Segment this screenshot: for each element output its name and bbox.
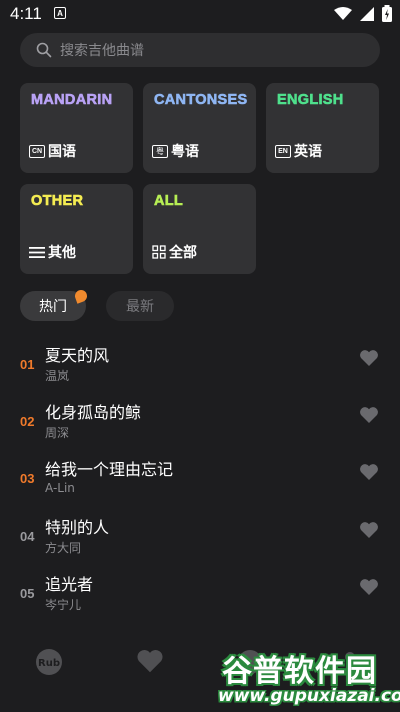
category-label: 其他 [48, 245, 76, 261]
song-rank: 01 [20, 357, 35, 372]
battery-icon [382, 5, 392, 22]
song-title: 化身孤岛的鲸 [45, 403, 142, 422]
category-other[interactable]: OTHER 其他 [20, 184, 133, 274]
song-artist: A-Lin [45, 481, 75, 495]
status-bar: 4:11 A [0, 0, 400, 28]
yue-badge-icon: 粤 [152, 144, 168, 158]
cn-badge-icon: CN [29, 144, 45, 158]
category-title: MANDARIN [31, 92, 113, 109]
grid-icon [152, 245, 166, 259]
search-input[interactable]: 搜索吉他曲谱 [60, 40, 144, 60]
search-icon [36, 42, 52, 58]
status-time: 4:11 [10, 4, 42, 23]
song-rank: 02 [20, 414, 35, 429]
wifi-icon [334, 6, 352, 20]
song-title: 给我一个理由忘记 [45, 460, 174, 479]
tab-hot-label: 热门 [39, 299, 67, 315]
en-badge-icon: EN [275, 144, 291, 158]
status-icons [334, 5, 392, 22]
heart-icon[interactable] [359, 406, 379, 424]
song-artist: 岑宁儿 [45, 598, 82, 612]
svg-text:Rub: Rub [38, 658, 60, 669]
song-title: 夏天的风 [45, 346, 110, 365]
category-title: ENGLISH [277, 92, 344, 109]
category-title: ALL [154, 193, 184, 210]
signal-icon [360, 6, 374, 21]
category-english[interactable]: ENGLISH EN 英语 [266, 83, 379, 173]
heart-icon[interactable] [359, 578, 379, 596]
category-label: 英语 [294, 144, 322, 160]
song-artist: 周深 [45, 426, 70, 440]
song-row[interactable]: 03 给我一个理由忘记 A-Lin [0, 456, 400, 506]
song-artist: 方大同 [45, 541, 82, 555]
nav-favorites-heart-icon[interactable] [136, 648, 164, 674]
category-label: 国语 [48, 144, 76, 160]
song-row[interactable]: 01 夏天的风 温岚 [0, 342, 400, 392]
search-bar[interactable]: 搜索吉他曲谱 [20, 33, 380, 67]
song-rank: 04 [20, 529, 35, 544]
category-label: 全部 [169, 245, 197, 261]
song-rank: 05 [20, 586, 35, 601]
category-title: OTHER [31, 193, 84, 210]
tab-new-label: 最新 [126, 299, 154, 315]
watermark-name: 谷普软件园 [222, 654, 377, 689]
watermark-url: www.gupuxiazai.com [218, 686, 400, 706]
song-row[interactable]: 02 化身孤岛的鲸 周深 [0, 399, 400, 449]
tab-hot[interactable]: 热门 [20, 288, 89, 321]
list-icon [29, 246, 45, 258]
heart-icon[interactable] [359, 463, 379, 481]
song-title: 特别的人 [45, 518, 110, 537]
nav-home-logo-icon[interactable]: Rub [35, 648, 63, 676]
category-title: CANTONSES [154, 92, 248, 109]
heart-icon[interactable] [359, 521, 379, 539]
song-row[interactable]: 04 特别的人 方大同 [0, 514, 400, 564]
tab-new[interactable]: 最新 [106, 291, 174, 321]
hot-flame-icon [73, 288, 89, 304]
song-row[interactable]: 05 追光者 岑宁儿 [0, 571, 400, 621]
watermark: 谷普软件园 www.gupuxiazai.com [218, 646, 400, 712]
song-rank: 03 [20, 471, 35, 486]
song-artist: 温岚 [45, 369, 70, 383]
category-mandarin[interactable]: MANDARIN CN 国语 [20, 83, 133, 173]
notification-badge-icon: A [54, 7, 66, 19]
heart-icon[interactable] [359, 349, 379, 367]
category-cantonese[interactable]: CANTONSES 粤 粤语 [143, 83, 256, 173]
category-label: 粤语 [171, 144, 199, 160]
song-title: 追光者 [45, 575, 94, 594]
category-all[interactable]: ALL 全部 [143, 184, 256, 274]
